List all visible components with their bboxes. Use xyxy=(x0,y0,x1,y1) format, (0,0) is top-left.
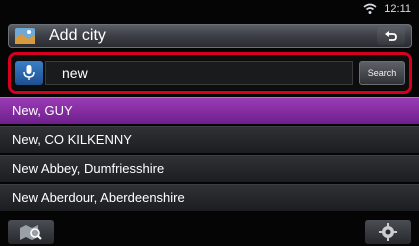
wifi-icon xyxy=(363,3,377,14)
status-bar: 12:11 xyxy=(0,0,419,20)
results-list: New, GUY New, CO KILKENNY New Abbey, Dum… xyxy=(0,97,419,213)
page-title: Add city xyxy=(49,27,106,44)
list-item[interactable]: New Aberdour, Aberdeenshire xyxy=(0,184,419,211)
clock: 12:11 xyxy=(384,3,411,15)
gear-icon xyxy=(379,223,397,241)
back-arrow-icon xyxy=(385,31,397,41)
back-button[interactable] xyxy=(377,27,405,45)
search-input[interactable]: new xyxy=(45,61,353,85)
map-search-icon xyxy=(20,225,42,240)
map-search-button[interactable] xyxy=(8,220,54,244)
list-item[interactable]: New, CO KILKENNY xyxy=(0,126,419,153)
bottom-bar xyxy=(0,218,419,246)
search-bar: new Search xyxy=(11,56,409,90)
microphone-icon xyxy=(23,65,35,80)
list-item[interactable]: New Abbey, Dumfriesshire xyxy=(0,155,419,182)
map-icon xyxy=(15,28,35,44)
title-bar: Add city xyxy=(8,24,412,48)
search-button[interactable]: Search xyxy=(359,61,405,85)
voice-input-button[interactable] xyxy=(15,61,43,85)
list-item[interactable]: New, GUY xyxy=(0,97,419,124)
settings-button[interactable] xyxy=(365,220,411,244)
